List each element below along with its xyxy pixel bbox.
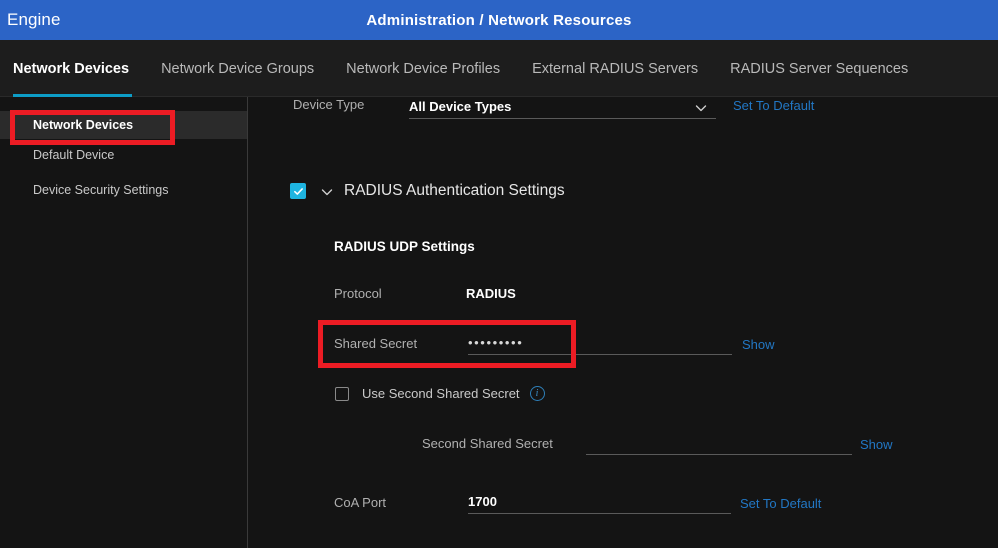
device-type-value: All Device Types: [409, 99, 512, 114]
tab-radius-server-sequences[interactable]: RADIUS Server Sequences: [714, 40, 924, 97]
sidebar-item-label: Default Device: [33, 148, 115, 162]
radius-udp-settings-title: RADIUS UDP Settings: [334, 239, 475, 254]
info-icon[interactable]: i: [529, 386, 545, 401]
device-type-select[interactable]: All Device Types: [409, 95, 716, 119]
tab-bar: Network Devices Network Device Groups Ne…: [0, 40, 998, 97]
tab-network-device-groups[interactable]: Network Device Groups: [145, 40, 330, 97]
tab-label: Network Devices: [13, 60, 130, 77]
protocol-label: Protocol: [334, 286, 382, 301]
settings-panel: Device Type All Device Types Set To Defa…: [249, 97, 998, 548]
coa-port-label-wrap: CoA Port: [334, 495, 386, 510]
tab-label: Network Device Profiles: [346, 60, 501, 77]
link-label: Set To Default: [733, 98, 815, 113]
application-window: Engine Administration / Network Resource…: [0, 0, 998, 548]
sidebar-item-label: Network Devices: [33, 118, 134, 132]
shared-secret-label-wrap: Shared Secret: [334, 336, 417, 351]
top-header-bar: Engine Administration / Network Resource…: [0, 0, 998, 40]
protocol-value: RADIUS: [466, 286, 516, 301]
sidebar-item-label: Device Security Settings: [33, 183, 169, 197]
link-label: Show: [742, 337, 775, 352]
protocol-label-wrap: Protocol: [334, 286, 382, 301]
second-shared-secret-input[interactable]: [586, 431, 852, 455]
tab-network-device-profiles[interactable]: Network Device Profiles: [330, 40, 516, 97]
device-type-label-wrap: Device Type: [293, 97, 364, 112]
device-type-label: Device Type: [293, 97, 365, 112]
coa-port-input[interactable]: 1700: [468, 490, 731, 514]
left-sidebar: Network Devices Default Device Device Se…: [0, 97, 248, 548]
page-title: Administration / Network Resources: [366, 11, 632, 29]
use-second-shared-secret-label: Use Second Shared Secret: [362, 386, 520, 401]
radius-auth-section-title: RADIUS Authentication Settings: [344, 182, 565, 199]
second-shared-secret-show-link[interactable]: Show: [860, 437, 893, 452]
use-second-shared-secret-row: Use Second Shared Secret i: [335, 386, 545, 401]
device-type-set-to-default-link[interactable]: Set To Default: [733, 98, 814, 113]
chevron-down-icon[interactable]: [320, 185, 334, 199]
coa-port-set-to-default-link[interactable]: Set To Default: [740, 496, 821, 511]
tab-network-devices[interactable]: Network Devices: [0, 40, 145, 97]
shared-secret-input[interactable]: •••••••••: [468, 331, 732, 355]
sidebar-item-default-device[interactable]: Default Device: [0, 141, 247, 169]
protocol-value-wrap: RADIUS: [466, 286, 516, 301]
link-label: Set To Default: [740, 496, 822, 511]
tab-label: Network Device Groups: [161, 60, 315, 77]
shared-secret-value: •••••••••: [468, 335, 524, 350]
coa-port-value: 1700: [468, 494, 497, 509]
chevron-down-icon[interactable]: [694, 101, 708, 115]
tab-label: RADIUS Server Sequences: [730, 60, 909, 77]
shared-secret-show-link[interactable]: Show: [742, 337, 775, 352]
tab-external-radius-servers[interactable]: External RADIUS Servers: [516, 40, 714, 97]
tab-list: Network Devices Network Device Groups Ne…: [0, 40, 924, 97]
check-icon: [293, 187, 303, 195]
sidebar-item-device-security-settings[interactable]: Device Security Settings: [0, 176, 247, 204]
coa-port-label: CoA Port: [334, 495, 387, 510]
link-label: Show: [860, 437, 893, 452]
use-second-shared-secret-checkbox[interactable]: [335, 386, 349, 401]
radius-auth-enabled-checkbox[interactable]: [290, 183, 306, 199]
tab-label: External RADIUS Servers: [532, 60, 699, 77]
second-shared-secret-label-wrap: Second Shared Secret: [422, 436, 553, 451]
sidebar-item-network-devices[interactable]: Network Devices: [0, 111, 247, 139]
second-shared-secret-label: Second Shared Secret: [422, 436, 553, 451]
radius-auth-section-header: RADIUS Authentication Settings: [290, 182, 565, 200]
shared-secret-label: Shared Secret: [334, 336, 418, 351]
